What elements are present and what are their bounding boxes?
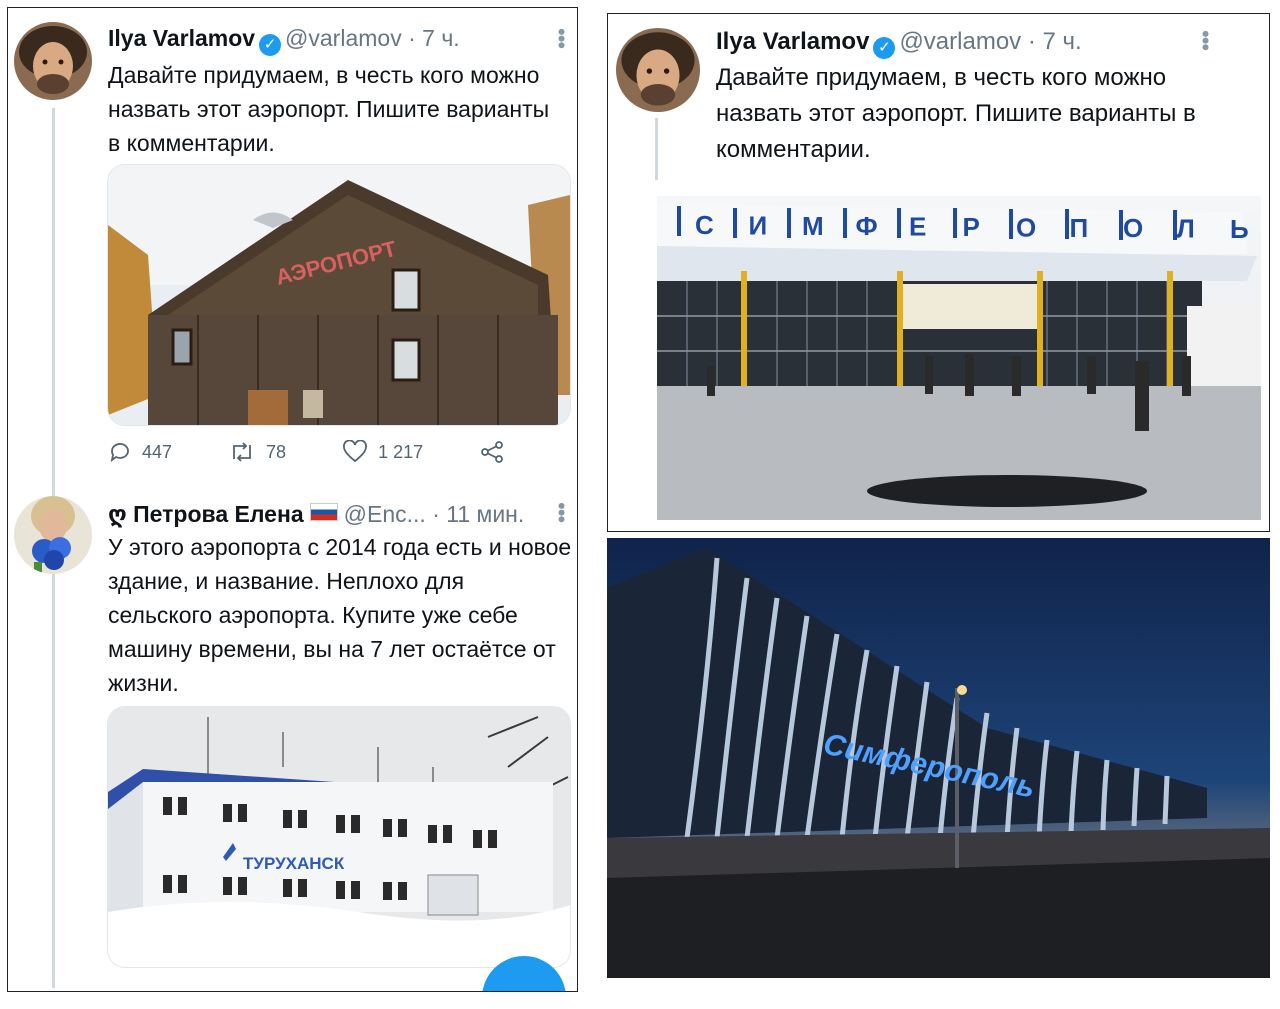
new-terminal-photo: Симферополь xyxy=(607,538,1270,978)
tweet-actions: 447 78 1 217 xyxy=(108,440,561,464)
author-name[interactable]: Ilya Varlamov xyxy=(108,25,255,51)
sign-letter: Л xyxy=(1177,214,1195,244)
reply-author-handle[interactable]: @Enc... xyxy=(344,501,426,527)
author-avatar[interactable] xyxy=(14,22,92,100)
russian-flag-icon xyxy=(309,503,338,521)
verified-badge-icon: ✓ xyxy=(259,34,282,56)
author-handle[interactable]: @varlamov xyxy=(285,25,402,51)
sign-letter: П xyxy=(1070,213,1089,243)
tweet-photo-old-airport[interactable]: АЭРОПОРТ xyxy=(107,164,571,426)
sign-letter: О xyxy=(1123,213,1143,243)
tweet-photo-old-simferopol[interactable]: СИМФЕРОПОЛЬ xyxy=(657,196,1261,520)
heart-icon xyxy=(343,440,367,463)
tweet-header: Ilya Varlamov ✓ @varlamov · 7 ч. xyxy=(716,28,1082,59)
tweet-text: Давайте придумаем, в честь кого можно на… xyxy=(716,64,1196,163)
reply-author-prefix: ღ xyxy=(108,501,127,527)
reply-photo-turukhansk[interactable]: ТУРУХАНСК xyxy=(107,706,571,968)
author-name[interactable]: Ilya Varlamov xyxy=(716,28,869,55)
sign-letter: М xyxy=(802,211,824,241)
reply-time[interactable]: · 11 мин. xyxy=(432,501,524,527)
tweet-header: Ilya Varlamov ✓ @varlamov · 7 ч. xyxy=(108,24,460,56)
tweet-time[interactable]: · 7 ч. xyxy=(1028,28,1082,55)
right-screenshot-panel: Ilya Varlamov ✓ @varlamov · 7 ч. ••• Давай… xyxy=(607,13,1270,532)
like-action[interactable]: 1 217 xyxy=(342,440,423,464)
thread-line xyxy=(655,118,658,180)
retweet-icon xyxy=(233,442,251,462)
author-avatar[interactable] xyxy=(616,28,700,112)
reply-action[interactable]: 447 xyxy=(108,440,172,464)
retweet-action[interactable]: 78 xyxy=(228,440,286,464)
tweet-text: Давайте придумаем, в честь кого можно на… xyxy=(108,62,550,156)
author-handle[interactable]: @varlamov xyxy=(899,28,1021,55)
retweet-count: 78 xyxy=(266,441,287,462)
sign-letter: О xyxy=(1016,212,1036,242)
share-action[interactable] xyxy=(479,440,505,464)
sign-letter: Ь xyxy=(1230,214,1249,244)
like-count: 1 217 xyxy=(378,441,424,462)
reply-count: 447 xyxy=(142,441,173,462)
reply-header: ღ Петрова Елена @Enc... · 11 мин. xyxy=(108,500,524,528)
reply-icon xyxy=(110,443,129,463)
more-icon[interactable]: ••• xyxy=(549,502,574,522)
reply-text: У этого аэропорта с 2014 года есть и нов… xyxy=(108,534,572,696)
more-icon[interactable]: ••• xyxy=(1193,30,1218,50)
reply-author-name[interactable]: Петрова Елена xyxy=(133,501,304,527)
sign-letter: Р xyxy=(963,212,980,242)
sign-letter: С xyxy=(695,210,714,240)
more-icon[interactable]: ••• xyxy=(549,28,574,48)
reply-author-avatar[interactable] xyxy=(14,496,92,574)
share-icon xyxy=(481,441,504,463)
turukhansk-sign: ТУРУХАНСК xyxy=(243,854,345,873)
sign-letter: Ф xyxy=(856,211,878,241)
left-screenshot-panel: Ilya Varlamov ✓ @varlamov · 7 ч. ••• Давай… xyxy=(7,7,578,992)
sign-letter: И xyxy=(749,210,768,240)
tweet-time[interactable]: · 7 ч. xyxy=(408,25,460,51)
sign-letter: Е xyxy=(909,212,926,242)
verified-badge-icon: ✓ xyxy=(873,37,896,59)
